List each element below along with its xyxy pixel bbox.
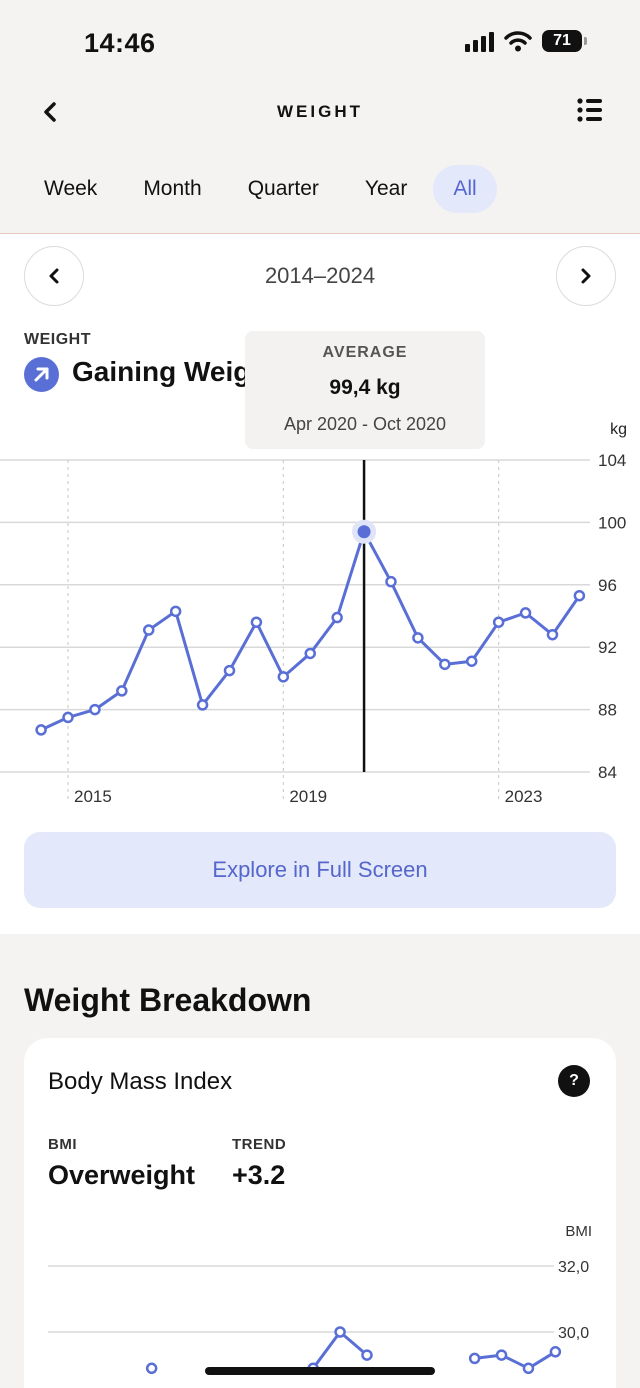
status-time: 14:46: [84, 28, 156, 58]
tooltip-title: AVERAGE: [322, 344, 408, 361]
data-point: [546, 628, 559, 641]
data-point: [169, 605, 182, 618]
data-point: [196, 699, 209, 711]
trend-label: TREND: [232, 1136, 287, 1153]
arrow-up-right-icon: [24, 357, 59, 392]
battery-level: 71: [553, 32, 571, 49]
y-unit-label: kg: [610, 421, 627, 438]
data-point: [223, 664, 236, 677]
data-point: [468, 1352, 481, 1365]
bmi-series-line: [474, 1350, 557, 1370]
summary-label: WEIGHT: [24, 331, 91, 348]
bmi-chart[interactable]: BMI 32,0 30,0: [24, 1218, 616, 1388]
data-point: [549, 1346, 562, 1358]
data-point: [495, 1349, 508, 1361]
data-point: [250, 616, 263, 628]
y-tick-label: 92: [598, 638, 617, 657]
x-tick-label: 2023: [505, 787, 543, 806]
average-tooltip: AVERAGE 99,4 kg Apr 2020 - Oct 2020: [245, 331, 485, 449]
tab-year[interactable]: Year: [345, 165, 427, 213]
page-title: WEIGHT: [277, 102, 363, 121]
data-point: [522, 1362, 535, 1375]
section-title: Weight Breakdown: [24, 982, 312, 1018]
tab-week[interactable]: Week: [24, 165, 117, 213]
trend-summary: Gaining Weight: [72, 356, 248, 387]
home-indicator: [205, 1367, 435, 1375]
y-tick-label: 84: [598, 763, 617, 782]
chevron-right-icon: [581, 268, 591, 284]
list-menu-button[interactable]: [576, 96, 608, 128]
y-unit-label: BMI: [565, 1223, 592, 1240]
list-icon: [577, 98, 602, 122]
x-tick-label: 2015: [74, 787, 112, 806]
nav-header: WEIGHT: [0, 80, 640, 144]
range-label: 2014–2024: [264, 263, 376, 288]
battery-icon: 71: [542, 30, 587, 52]
data-point: [89, 703, 101, 716]
status-bar: 14:46 71: [0, 0, 640, 80]
data-point: [35, 724, 47, 736]
tooltip-value: 99,4 kg: [329, 376, 401, 399]
data-point: [62, 711, 74, 724]
data-point: [573, 589, 586, 602]
data-point: [145, 1362, 158, 1375]
y-tick-label: 32,0: [558, 1259, 589, 1276]
bmi-value: Overweight: [48, 1160, 196, 1190]
y-tick-label: 30,0: [558, 1325, 589, 1342]
next-range-button[interactable]: [556, 246, 616, 306]
data-point: [385, 575, 397, 588]
data-point: [412, 632, 424, 644]
cellular-signal-icon: [465, 30, 494, 52]
data-point: [361, 1349, 373, 1361]
data-point: [116, 685, 128, 697]
data-point: [277, 671, 290, 683]
data-point: [492, 616, 505, 628]
tab-all[interactable]: All: [433, 165, 497, 213]
help-button[interactable]: ?: [558, 1065, 590, 1097]
weight-panel: 2014–2024 WEIGHT Gaining Weight kg 104 100…: [0, 234, 640, 934]
data-point: [142, 624, 155, 636]
wifi-icon: [504, 31, 532, 52]
period-tabs: Week Month Quarter Year All: [24, 165, 497, 213]
tab-month[interactable]: Month: [123, 165, 221, 213]
data-point: [465, 655, 478, 667]
y-tick-label: 104: [598, 451, 626, 470]
bmi-card: Body Mass Index ? BMI Overweight TREND +…: [24, 1038, 616, 1388]
data-point: [439, 658, 451, 671]
data-point: [334, 1326, 346, 1338]
data-point: [331, 611, 343, 624]
y-tick-label: 96: [598, 576, 617, 595]
trend-value: +3.2: [232, 1160, 286, 1190]
range-navigator: 2014–2024: [24, 246, 616, 306]
card-title: Body Mass Index: [48, 1068, 233, 1095]
weight-chart[interactable]: kg 104 100 96 92 88 84 2015 2019 2023: [0, 418, 640, 808]
y-tick-label: 88: [598, 701, 617, 720]
status-icons: 71: [465, 30, 587, 52]
tooltip-range: Apr 2020 - Oct 2020: [283, 414, 447, 434]
data-point: [519, 607, 532, 619]
selected-data-point: [357, 525, 371, 539]
y-tick-label: 100: [598, 513, 626, 532]
explore-full-screen-button[interactable]: Explore in Full Screen: [24, 832, 616, 908]
data-point: [304, 647, 316, 660]
bmi-label: BMI: [48, 1136, 77, 1153]
tab-quarter[interactable]: Quarter: [228, 165, 339, 213]
question-icon: ?: [569, 1072, 579, 1089]
x-tick-label: 2019: [289, 787, 327, 806]
